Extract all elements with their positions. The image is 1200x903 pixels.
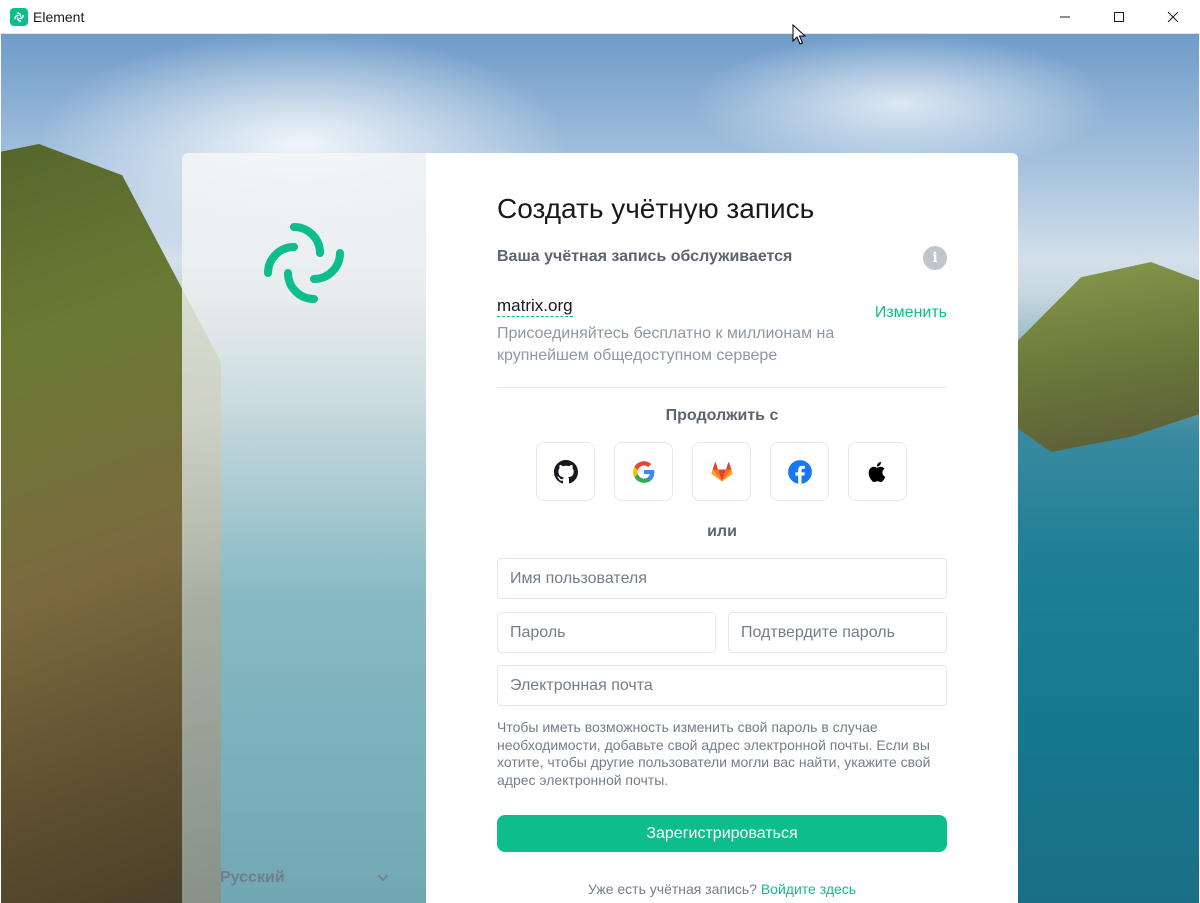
sso-gitlab-button[interactable] (692, 442, 751, 501)
password-input[interactable] (497, 612, 716, 653)
window-titlebar: Element (0, 0, 1200, 34)
close-icon (1167, 11, 1179, 23)
login-link[interactable]: Войдите здесь (761, 881, 856, 897)
window-controls (1038, 0, 1200, 34)
continue-with-label: Продолжить с (665, 407, 779, 424)
auth-side-panel: Русский (182, 153, 426, 903)
info-icon[interactable]: i (923, 246, 947, 270)
or-separator-label: или (707, 523, 737, 540)
element-app-icon (10, 7, 28, 26)
element-logo-icon (264, 223, 344, 303)
maximize-button[interactable] (1092, 0, 1146, 34)
sso-github-button[interactable] (536, 442, 595, 501)
mouse-cursor-icon (792, 24, 806, 45)
divider (497, 387, 947, 388)
minimize-button[interactable] (1038, 0, 1092, 34)
apple-icon (868, 461, 885, 482)
sso-buttons (536, 442, 907, 501)
github-icon (553, 459, 578, 483)
language-selected-label: Русский (220, 869, 285, 886)
chevron-down-icon (378, 875, 388, 882)
server-served-label: Ваша учётная запись обслуживается (497, 248, 793, 265)
gitlab-icon (710, 461, 733, 481)
background-hill-right (1011, 262, 1199, 452)
sso-apple-button[interactable] (848, 442, 907, 501)
facebook-icon (787, 459, 812, 484)
maximize-icon (1114, 12, 1124, 22)
change-server-link[interactable]: Изменить (875, 304, 947, 322)
sso-google-button[interactable] (614, 442, 673, 501)
registration-card: Создать учётную запись Ваша учётная запи… (426, 153, 1018, 903)
have-account-label: Уже есть учётная запись? (587, 881, 757, 897)
minimize-icon (1060, 16, 1070, 18)
email-hint-text: Чтобы иметь возможность изменить свой па… (497, 719, 931, 788)
page-title: Создать учётную запись (497, 193, 815, 224)
window-title: Element (33, 8, 85, 25)
sso-facebook-button[interactable] (770, 442, 829, 501)
server-description: Присоединяйтесь бесплатно к миллионам на… (497, 325, 835, 364)
language-selector[interactable]: Русский (220, 867, 390, 889)
register-button[interactable]: Зарегистрироваться (497, 815, 947, 852)
server-name[interactable]: matrix.org (497, 296, 573, 317)
google-icon (632, 460, 654, 483)
username-input[interactable] (497, 558, 947, 599)
login-prompt: Уже есть учётная запись? Войдите здесь (497, 881, 947, 897)
confirm-password-input[interactable] (728, 612, 947, 653)
email-input[interactable] (497, 665, 947, 706)
close-button[interactable] (1146, 0, 1200, 34)
